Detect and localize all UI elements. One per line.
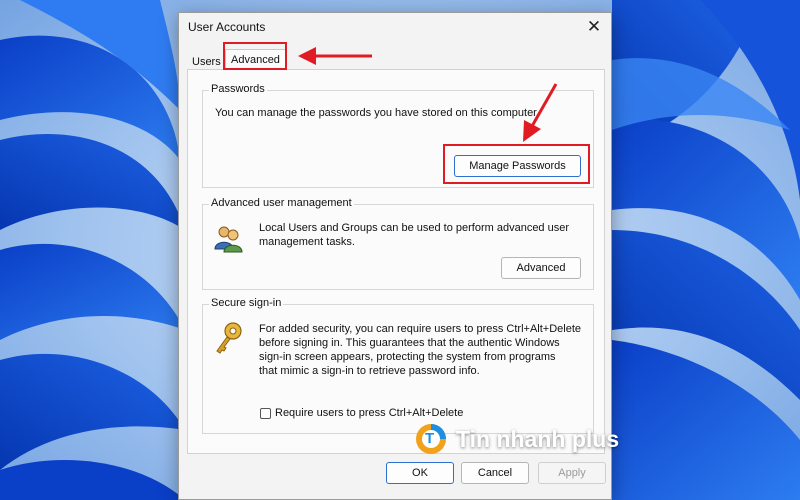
advanced-tab-panel: Passwords You can manage the passwords y… — [187, 69, 605, 454]
secure-signin-heading: Secure sign-in — [209, 297, 284, 309]
passwords-heading: Passwords — [209, 83, 267, 95]
passwords-description: You can manage the passwords you have st… — [215, 107, 540, 119]
apply-button: Apply — [538, 462, 606, 484]
users-group-icon — [214, 226, 243, 253]
require-ctrl-alt-delete-label: Require users to press Ctrl+Alt+Delete — [275, 407, 464, 419]
cancel-button[interactable]: Cancel — [461, 462, 529, 484]
require-ctrl-alt-delete-checkbox[interactable] — [260, 408, 271, 419]
title-bar[interactable]: User Accounts ✕ — [179, 13, 611, 43]
watermark-text: Tin nhanh plus — [456, 426, 620, 452]
advanced-user-management-group: Advanced user management Local Users and… — [202, 197, 594, 290]
advanced-button[interactable]: Advanced — [501, 257, 581, 279]
advanced-tab-highlight — [223, 42, 287, 70]
secure-signin-line3: sign-in screen appears, protecting the s… — [259, 351, 556, 363]
advanced-user-management-line2: management tasks. — [259, 236, 355, 248]
watermark-logo-letter: T — [425, 430, 435, 447]
secure-signin-line1: For added security, you can require user… — [259, 323, 582, 335]
advanced-user-management-heading: Advanced user management — [209, 197, 354, 209]
secure-signin-group: Secure sign-in For added security, you c… — [202, 297, 594, 434]
ok-button[interactable]: OK — [386, 462, 454, 484]
close-button[interactable]: ✕ — [581, 16, 607, 38]
watermark: T Tin nhanh plus — [414, 422, 619, 456]
secure-signin-line2: before signing in. This guarantees that … — [259, 337, 560, 349]
key-icon — [216, 322, 242, 354]
advanced-user-management-line1: Local Users and Groups can be used to pe… — [259, 222, 570, 234]
dialog-title: User Accounts — [188, 20, 266, 34]
manage-passwords-highlight — [443, 144, 590, 184]
secure-signin-line4: that mimic a sign-in to retrieve passwor… — [259, 365, 480, 377]
